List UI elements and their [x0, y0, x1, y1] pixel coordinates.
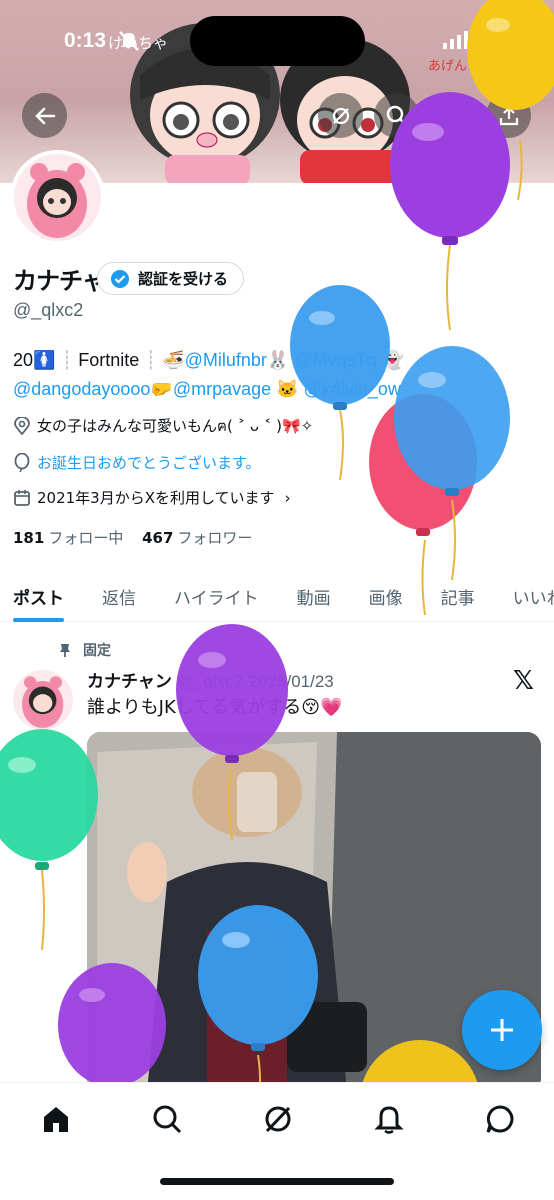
calendar-icon: [14, 489, 30, 506]
bell-icon: [374, 1106, 404, 1134]
bio-mention-3[interactable]: @dangodayoooo: [13, 379, 150, 399]
following-count: 181: [13, 529, 45, 547]
profile-location: 女の子はみんな可愛いもんฅ( ˃ ᴗ ˂ )🎀✧: [13, 414, 313, 438]
post-avatar-illustration: [21, 676, 64, 728]
share-button[interactable]: [486, 93, 531, 138]
pencil-icon: [444, 106, 462, 124]
plus-icon: [491, 1019, 513, 1041]
get-verified-button[interactable]: 認証を受ける: [97, 262, 245, 295]
profile-joined[interactable]: 2021年3月からXを利用しています ›: [13, 487, 291, 508]
battery-indicator: 37: [507, 30, 536, 50]
follow-stats: 181 フォロー中 467 フォロワー: [13, 527, 252, 548]
chevron-right-icon: ›: [284, 488, 291, 507]
status-right: 4G 37: [442, 30, 536, 50]
x-logo-icon: 𝕏: [513, 666, 534, 696]
post-handle[interactable]: @_qlxc2: [177, 672, 243, 691]
status-time: 0:13: [64, 29, 107, 52]
get-verified-label: 認証を受ける: [138, 270, 229, 288]
back-arrow-icon: [34, 107, 55, 124]
profile-tabs: ポスト 返信 ハイライト 動画 画像 記事 いいね: [0, 570, 554, 622]
chat-bubble-icon: [486, 1105, 514, 1133]
banner-doodle-text-right: あげんと: [428, 59, 480, 74]
post-date[interactable]: 2025/01/23: [249, 672, 334, 691]
balloon-green: [0, 729, 98, 951]
pinned-label: 固定: [83, 643, 111, 659]
profile-handle: @_qlxc2: [13, 300, 84, 320]
joined-text: 2021年3月からXを利用しています: [37, 489, 275, 507]
nav-notifications[interactable]: [369, 1099, 409, 1139]
home-icon: [44, 1107, 68, 1132]
nav-grok[interactable]: [258, 1099, 298, 1139]
bio-age-emoji: 🚺: [33, 350, 56, 370]
tab-replies[interactable]: 返信: [89, 570, 136, 622]
bio-line-1: 20🚺 ┊ Fortnite ┊ 🍜@Milufnbr🐰 @MvqsTq 👻: [13, 350, 405, 370]
post-header: カナチャン @_qlxc2·2025/01/23: [87, 672, 334, 691]
location-text: 女の子はみんな可愛いもんฅ( ˃ ᴗ ˂ )🎀✧: [37, 417, 314, 435]
grok-icon: [265, 1106, 291, 1133]
followers-link[interactable]: 467 フォロワー: [142, 529, 252, 547]
tab-videos[interactable]: 動画: [284, 570, 331, 622]
profile-bio: 20🚺 ┊ Fortnite ┊ 🍜@Milufnbr🐰 @MvqsTq 👻 @dang…: [13, 346, 553, 404]
grok-icon: [332, 107, 349, 124]
nav-home[interactable]: [36, 1099, 76, 1139]
post-avatar[interactable]: [13, 670, 73, 730]
location-pin-icon: [14, 417, 30, 435]
device-notch: [190, 16, 365, 66]
pin-icon: [60, 644, 70, 657]
bio-ghost-emoji: 👻: [381, 350, 405, 370]
profile-birthday[interactable]: お誕生日おめでとうございます。: [13, 452, 261, 473]
grok-button[interactable]: [318, 93, 363, 138]
bio-mention-4[interactable]: @mrpavage: [173, 379, 271, 399]
tab-highlights[interactable]: ハイライト: [161, 570, 259, 622]
balloon-icon: [14, 452, 30, 472]
verified-badge-icon: [111, 269, 129, 288]
avatar-illustration: [27, 163, 87, 238]
birthday-text: お誕生日おめでとうございます。: [37, 454, 261, 472]
tab-likes[interactable]: いいね: [500, 570, 554, 622]
bio-age: 20: [13, 350, 34, 370]
bio-game: Fortnite: [78, 350, 140, 370]
profile-banner: けいちゃ あげんと 0:13 4G 37: [0, 0, 554, 183]
bio-mention-2[interactable]: @MvqsTq: [294, 350, 376, 370]
bio-ramen-emoji: 🍜: [162, 350, 185, 370]
bio-hand-emoji: 🤛: [150, 379, 173, 399]
nav-search[interactable]: [147, 1099, 187, 1139]
following-link[interactable]: 181 フォロー中: [13, 529, 123, 547]
share-icon: [499, 105, 518, 125]
bio-mention-1[interactable]: @Milufnbr: [185, 350, 267, 370]
profile-avatar[interactable]: [10, 150, 105, 245]
home-indicator: [160, 1178, 394, 1185]
bio-mention-5[interactable]: @k4lvin_ow: [304, 379, 401, 399]
edit-button[interactable]: [430, 93, 475, 138]
pinned-indicator: 固定: [57, 640, 111, 660]
followers-label: フォロワー: [177, 529, 253, 547]
post-text: 誰よりもJKしてる気がする😚💗: [87, 697, 343, 718]
tab-articles[interactable]: 記事: [428, 570, 475, 622]
compose-post-button[interactable]: [462, 990, 542, 1070]
search-button[interactable]: [374, 93, 419, 138]
bio-line-2: @dangodayoooo🤛@mrpavage 🐱 @k4lvin_ow: [13, 375, 553, 404]
tab-photos[interactable]: 画像: [356, 570, 403, 622]
mute-bell-icon: [118, 30, 140, 56]
nav-messages[interactable]: [480, 1099, 520, 1139]
search-icon: [386, 105, 407, 126]
following-label: フォロー中: [48, 529, 124, 547]
signal-icon: [442, 31, 468, 49]
followers-count: 467: [142, 529, 174, 547]
bio-rabbit-emoji: 🐰: [266, 350, 290, 370]
bio-cat-emoji: 🐱: [276, 379, 299, 399]
post-author[interactable]: カナチャン: [87, 672, 172, 691]
search-icon: [153, 1105, 182, 1134]
back-button[interactable]: [22, 93, 67, 138]
network-type: 4G: [476, 30, 500, 49]
tab-posts[interactable]: ポスト: [0, 570, 64, 622]
